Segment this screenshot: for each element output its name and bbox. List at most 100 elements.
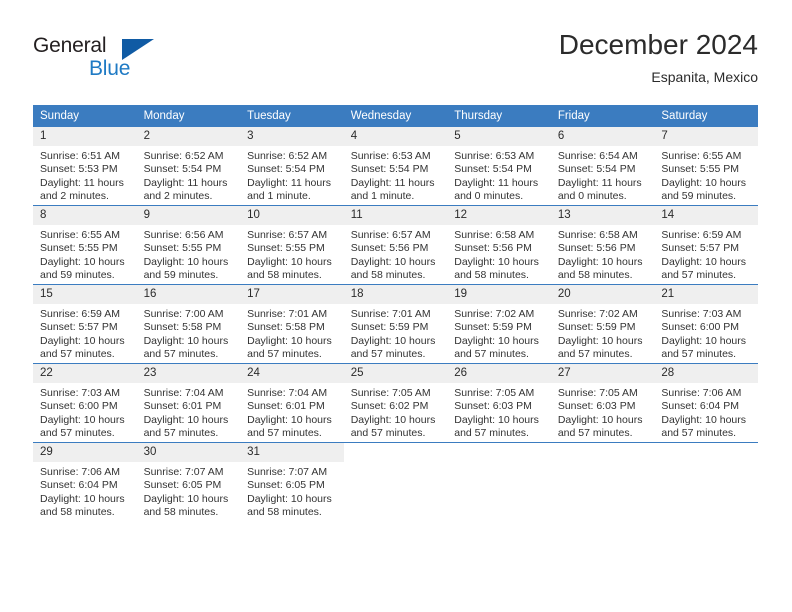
daylight-text-line1: Daylight: 10 hours <box>661 255 747 268</box>
calendar-day-cell-empty <box>343 442 448 521</box>
calendar-day-cell[interactable]: 16 Sunrise: 7:00 AM Sunset: 5:58 PM Dayligh… <box>136 284 241 364</box>
calendar-day-number: 16 <box>136 285 241 304</box>
calendar-body: 1 Sunrise: 6:51 AM Sunset: 5:53 PM Daylight… <box>33 126 758 521</box>
daylight-text-line2: and 59 minutes. <box>661 190 737 203</box>
sunset-text: Sunset: 5:59 PM <box>557 321 636 334</box>
daylight-text-line1: Daylight: 10 hours <box>143 334 229 347</box>
calendar-day-number: 22 <box>33 364 137 383</box>
daylight-text-line1: Daylight: 11 hours <box>557 176 642 189</box>
calendar-day-number: 29 <box>33 443 137 462</box>
calendar-day-number: 6 <box>550 127 655 146</box>
daylight-text-line2: and 58 minutes. <box>350 269 426 282</box>
sunset-text: Sunset: 6:01 PM <box>247 400 325 413</box>
calendar-day-cell[interactable]: 22 Sunrise: 7:03 AM Sunset: 6:00 PM Dayligh… <box>33 363 137 443</box>
calendar-day-details: Sunrise: 6:57 AM Sunset: 5:55 PM Daylight:… <box>240 225 344 283</box>
calendar-day-cell[interactable]: 18 Sunrise: 7:01 AM Sunset: 5:59 PM Dayligh… <box>343 284 448 364</box>
calendar-week-row: 1 Sunrise: 6:51 AM Sunset: 5:53 PM Daylight… <box>33 126 758 206</box>
calendar-day-cell[interactable]: 25 Sunrise: 7:05 AM Sunset: 6:02 PM Dayligh… <box>343 363 448 443</box>
brand-name-general: General <box>33 34 107 57</box>
calendar-day-cell-empty <box>654 442 758 521</box>
sunrise-text: Sunrise: 6:58 AM <box>557 229 638 241</box>
calendar-day-cell[interactable]: 2 Sunrise: 6:52 AM Sunset: 5:54 PM Daylight… <box>136 126 241 206</box>
sunset-text: Sunset: 6:04 PM <box>40 479 118 492</box>
calendar-day-cell[interactable]: 29 Sunrise: 7:06 AM Sunset: 6:04 PM Dayligh… <box>33 442 137 521</box>
sunrise-text: Sunrise: 6:56 AM <box>143 229 224 241</box>
calendar-day-number: 2 <box>136 127 241 146</box>
daylight-text-line1: Daylight: 10 hours <box>661 334 747 347</box>
calendar-day-cell[interactable]: 15 Sunrise: 6:59 AM Sunset: 5:57 PM Dayligh… <box>33 284 137 364</box>
calendar-day-details: Sunrise: 6:54 AM Sunset: 5:54 PM Daylight:… <box>551 146 655 204</box>
daylight-text-line1: Daylight: 10 hours <box>661 413 747 426</box>
sunrise-text: Sunrise: 7:00 AM <box>143 308 224 320</box>
daylight-text-line1: Daylight: 11 hours <box>143 176 228 189</box>
daylight-text-line2: and 57 minutes. <box>40 348 115 361</box>
brand-logo[interactable]: General Blue <box>33 34 154 88</box>
sunrise-text: Sunrise: 7:04 AM <box>247 387 328 399</box>
sunset-text: Sunset: 6:01 PM <box>143 400 222 413</box>
calendar-day-number: 23 <box>136 364 241 383</box>
daylight-text-line2: and 57 minutes. <box>350 427 426 440</box>
calendar-day-cell[interactable]: 8 Sunrise: 6:55 AM Sunset: 5:55 PM Daylight… <box>33 205 137 285</box>
calendar-day-cell[interactable]: 1 Sunrise: 6:51 AM Sunset: 5:53 PM Daylight… <box>33 126 137 206</box>
calendar-day-cell[interactable]: 7 Sunrise: 6:55 AM Sunset: 5:55 PM Daylight… <box>654 126 758 206</box>
sunrise-text: Sunrise: 7:05 AM <box>454 387 535 399</box>
calendar-day-cell[interactable]: 5 Sunrise: 6:53 AM Sunset: 5:54 PM Daylight… <box>447 126 551 206</box>
sunrise-text: Sunrise: 6:55 AM <box>40 229 120 241</box>
calendar-day-cell[interactable]: 17 Sunrise: 7:01 AM Sunset: 5:58 PM Dayligh… <box>240 284 344 364</box>
calendar-day-details: Sunrise: 6:55 AM Sunset: 5:55 PM Daylight:… <box>654 146 758 204</box>
calendar-day-details: Sunrise: 7:05 AM Sunset: 6:03 PM Daylight:… <box>447 383 551 441</box>
calendar-day-number: 19 <box>447 285 551 304</box>
calendar-day-number: 13 <box>550 206 655 225</box>
calendar-day-number: 21 <box>654 285 758 304</box>
daylight-text-line2: and 57 minutes. <box>143 348 219 361</box>
sunset-text: Sunset: 6:02 PM <box>350 400 429 413</box>
calendar-day-details: Sunrise: 7:01 AM Sunset: 5:58 PM Daylight:… <box>240 304 344 362</box>
calendar-day-cell[interactable]: 11 Sunrise: 6:57 AM Sunset: 5:56 PM Dayligh… <box>343 205 448 285</box>
calendar-day-cell[interactable]: 21 Sunrise: 7:03 AM Sunset: 6:00 PM Dayligh… <box>654 284 758 364</box>
calendar-day-cell[interactable]: 24 Sunrise: 7:04 AM Sunset: 6:01 PM Dayligh… <box>240 363 344 443</box>
calendar-day-cell[interactable]: 20 Sunrise: 7:02 AM Sunset: 5:59 PM Dayligh… <box>550 284 655 364</box>
calendar-day-cell[interactable]: 4 Sunrise: 6:53 AM Sunset: 5:54 PM Daylight… <box>343 126 448 206</box>
calendar-day-details: Sunrise: 7:04 AM Sunset: 6:01 PM Daylight:… <box>240 383 344 441</box>
sunset-text: Sunset: 5:54 PM <box>557 163 636 176</box>
daylight-text-line1: Daylight: 10 hours <box>350 334 436 347</box>
calendar-week-row: 22 Sunrise: 7:03 AM Sunset: 6:00 PM Dayligh… <box>33 363 758 443</box>
calendar-day-number <box>550 443 655 462</box>
daylight-text-line2: and 57 minutes. <box>143 427 219 440</box>
sunset-text: Sunset: 5:55 PM <box>247 242 325 255</box>
daylight-text-line2: and 57 minutes. <box>661 427 737 440</box>
calendar-day-details: Sunrise: 7:00 AM Sunset: 5:58 PM Daylight:… <box>137 304 241 362</box>
calendar-day-number: 27 <box>550 364 655 383</box>
calendar-day-cell[interactable]: 31 Sunrise: 7:07 AM Sunset: 6:05 PM Dayligh… <box>240 442 344 521</box>
calendar-day-cell[interactable]: 9 Sunrise: 6:56 AM Sunset: 5:55 PM Daylight… <box>136 205 241 285</box>
calendar-day-cell[interactable]: 19 Sunrise: 7:02 AM Sunset: 5:59 PM Dayligh… <box>447 284 551 364</box>
calendar-day-details: Sunrise: 7:03 AM Sunset: 6:00 PM Daylight:… <box>654 304 758 362</box>
calendar-day-cell[interactable]: 10 Sunrise: 6:57 AM Sunset: 5:55 PM Dayligh… <box>240 205 344 285</box>
calendar-day-cell[interactable]: 12 Sunrise: 6:58 AM Sunset: 5:56 PM Dayligh… <box>447 205 551 285</box>
daylight-text-line1: Daylight: 11 hours <box>247 176 331 189</box>
calendar-day-cell[interactable]: 14 Sunrise: 6:59 AM Sunset: 5:57 PM Dayligh… <box>654 205 758 285</box>
calendar-day-cell[interactable]: 13 Sunrise: 6:58 AM Sunset: 5:56 PM Dayligh… <box>550 205 655 285</box>
sunrise-text: Sunrise: 7:01 AM <box>247 308 328 320</box>
daylight-text-line2: and 57 minutes. <box>557 427 633 440</box>
calendar-day-cell[interactable]: 23 Sunrise: 7:04 AM Sunset: 6:01 PM Dayligh… <box>136 363 241 443</box>
daylight-text-line1: Daylight: 10 hours <box>40 255 125 268</box>
calendar-day-details: Sunrise: 6:53 AM Sunset: 5:54 PM Daylight:… <box>447 146 551 204</box>
calendar-day-cell[interactable]: 27 Sunrise: 7:05 AM Sunset: 6:03 PM Dayligh… <box>550 363 655 443</box>
title-block: December 2024 Espanita, Mexico <box>559 28 758 87</box>
calendar-day-cell[interactable]: 3 Sunrise: 6:52 AM Sunset: 5:54 PM Daylight… <box>240 126 344 206</box>
daylight-text-line1: Daylight: 10 hours <box>350 255 436 268</box>
sunset-text: Sunset: 5:54 PM <box>143 163 222 176</box>
calendar-day-cell[interactable]: 6 Sunrise: 6:54 AM Sunset: 5:54 PM Daylight… <box>550 126 655 206</box>
calendar-day-details: Sunrise: 6:55 AM Sunset: 5:55 PM Daylight:… <box>33 225 137 283</box>
calendar-day-details: Sunrise: 6:52 AM Sunset: 5:54 PM Daylight:… <box>137 146 241 204</box>
calendar-day-cell[interactable]: 28 Sunrise: 7:06 AM Sunset: 6:04 PM Dayligh… <box>654 363 758 443</box>
daylight-text-line2: and 57 minutes. <box>661 348 737 361</box>
calendar-day-cell[interactable]: 26 Sunrise: 7:05 AM Sunset: 6:03 PM Dayligh… <box>447 363 551 443</box>
sunset-text: Sunset: 5:57 PM <box>661 242 740 255</box>
daylight-text-line2: and 58 minutes. <box>454 269 529 282</box>
daylight-text-line1: Daylight: 11 hours <box>350 176 435 189</box>
calendar-day-cell[interactable]: 30 Sunrise: 7:07 AM Sunset: 6:05 PM Dayligh… <box>136 442 241 521</box>
daylight-text-line2: and 2 minutes. <box>40 190 109 203</box>
weekday-header-thursday: Thursday <box>447 105 551 127</box>
